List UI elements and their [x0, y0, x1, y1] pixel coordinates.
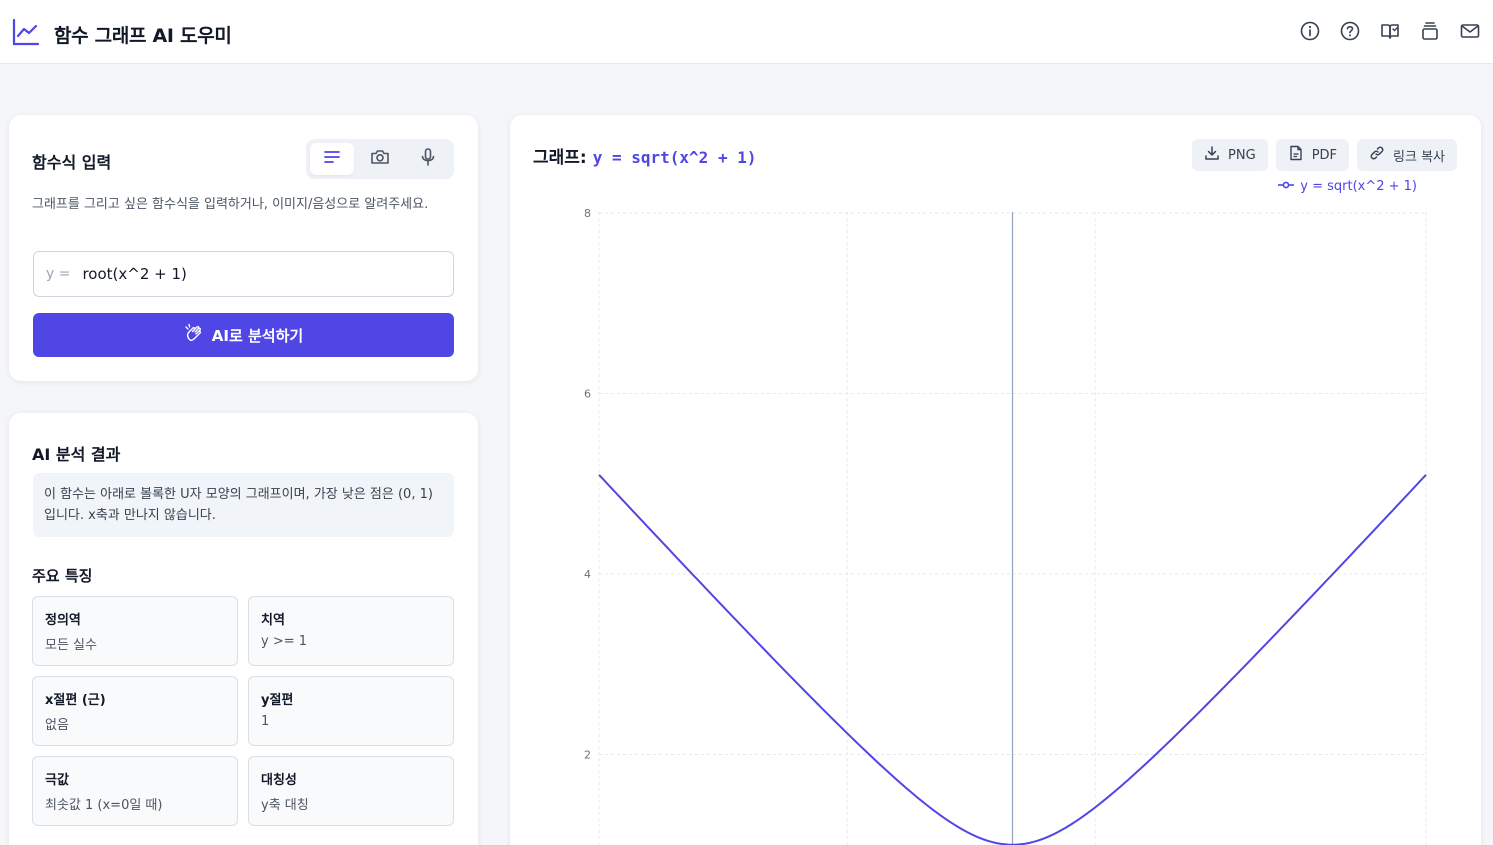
feature-name: 치역 — [261, 613, 285, 628]
feature-value: 최솟값 1 (x=0일 때) — [45, 798, 163, 813]
feature-name: x절편 (근) — [45, 693, 106, 708]
feature-name: y절편 — [261, 693, 294, 708]
feature-value: y축 대칭 — [261, 798, 309, 813]
app-title: 함수 그래프 AI 도우미 — [54, 24, 232, 47]
voice-mode-button[interactable] — [406, 143, 450, 175]
top-actions — [1299, 20, 1481, 42]
camera-mode-button[interactable] — [358, 143, 402, 175]
feature-card-domain: 정의역 모든 실수 — [32, 596, 238, 666]
sparkle-hand-icon — [184, 323, 204, 347]
function-prefix: y = — [46, 266, 71, 282]
y-tick-label: 8 — [584, 207, 591, 220]
feature-value: y >= 1 — [261, 634, 308, 649]
function-input-card: 함수식 입력 그래프를 그리고 싶은 함수식을 입력하거나, 이미지/음성으로 … — [9, 115, 478, 381]
analysis-card-title: AI 분석 결과 — [32, 445, 121, 464]
feature-card-y-intercept: y절편 1 — [248, 676, 454, 746]
top-bar: 함수 그래프 AI 도우미 — [0, 0, 1493, 64]
chart-line-icon — [12, 18, 40, 50]
analyze-button-label: AI로 분석하기 — [211, 326, 304, 345]
function-plot[interactable]: 2 4 6 8 — [510, 115, 1481, 845]
input-mode-switch — [306, 139, 454, 179]
feature-name: 극값 — [45, 773, 69, 788]
y-tick-label: 6 — [584, 388, 591, 401]
feature-name: 정의역 — [45, 613, 81, 628]
function-input[interactable]: y = root(x^2 + 1) — [33, 251, 454, 297]
info-icon[interactable] — [1299, 20, 1321, 42]
input-card-title: 함수식 입력 — [32, 153, 112, 172]
layers-icon[interactable] — [1419, 20, 1441, 42]
camera-icon — [370, 147, 390, 171]
feature-name: 대칭성 — [261, 773, 297, 788]
y-tick-label: 2 — [584, 749, 591, 762]
text-lines-icon — [322, 147, 342, 171]
features-title: 주요 특징 — [32, 567, 93, 585]
feature-value: 모든 실수 — [45, 638, 97, 653]
y-tick-label: 4 — [584, 568, 591, 581]
analysis-summary: 이 함수는 아래로 볼록한 U자 모양의 그래프이며, 가장 낮은 점은 (0,… — [33, 473, 454, 537]
input-description: 그래프를 그리고 싶은 함수식을 입력하거나, 이미지/음성으로 알려주세요. — [32, 197, 429, 212]
analysis-result-card: AI 분석 결과 이 함수는 아래로 볼록한 U자 모양의 그래프이며, 가장 … — [9, 413, 478, 845]
feature-card-x-intercept: x절편 (근) 없음 — [32, 676, 238, 746]
brand: 함수 그래프 AI 도우미 — [12, 18, 232, 50]
graph-card: 그래프: y = sqrt(x^2 + 1) PNG PDF 링크 복사 y =… — [510, 115, 1481, 845]
analyze-button[interactable]: AI로 분석하기 — [33, 313, 454, 357]
feature-value: 1 — [261, 714, 270, 729]
microphone-icon — [418, 147, 438, 171]
help-icon[interactable] — [1339, 20, 1361, 42]
feature-card-symmetry: 대칭성 y축 대칭 — [248, 756, 454, 826]
mail-icon[interactable] — [1459, 20, 1481, 42]
feature-value: 없음 — [45, 718, 69, 733]
text-mode-button[interactable] — [310, 143, 354, 175]
feature-card-extremum: 극값 최솟값 1 (x=0일 때) — [32, 756, 238, 826]
feature-card-range: 치역 y >= 1 — [248, 596, 454, 666]
book-icon[interactable] — [1379, 20, 1401, 42]
function-input-value[interactable]: root(x^2 + 1) — [82, 265, 186, 283]
